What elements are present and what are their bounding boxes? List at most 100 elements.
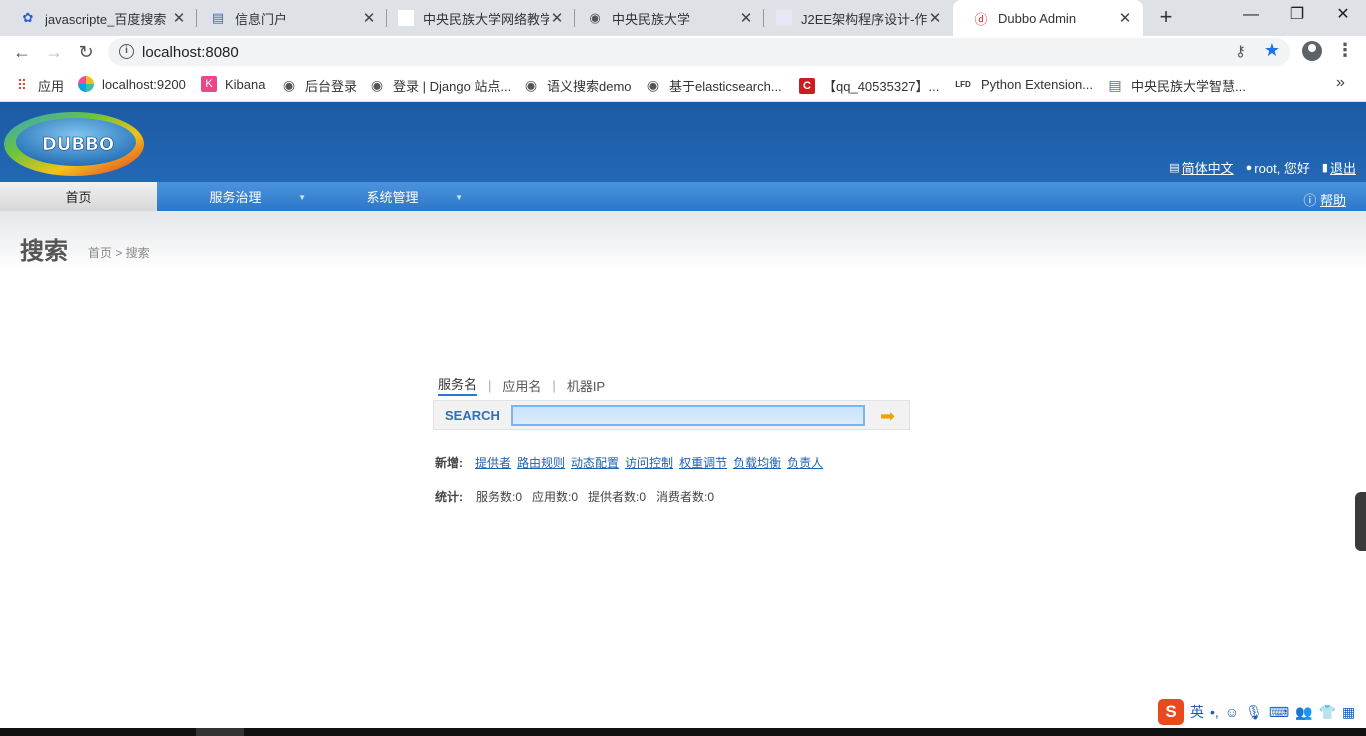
- tab-title: J2EE架构程序设计-作业: [801, 11, 927, 27]
- ime-language[interactable]: 英: [1190, 702, 1204, 722]
- browser-tab-strip: ✿ javascripte_百度搜索 ✕ ▤ 信息门户 ✕ 中央民族大学网络教学…: [0, 0, 1366, 36]
- info-icon[interactable]: i: [119, 44, 134, 59]
- link-add-owner[interactable]: 负责人: [787, 454, 823, 471]
- logout-label[interactable]: 退出: [1330, 158, 1356, 177]
- browser-tab[interactable]: ▤ 信息门户 ✕: [190, 0, 387, 36]
- restore-icon[interactable]: ❐: [1274, 0, 1320, 32]
- tab-title: javascripte_百度搜索: [45, 11, 167, 27]
- tab-application-name[interactable]: 应用名: [502, 376, 541, 395]
- tab-service-name[interactable]: 服务名: [438, 374, 478, 396]
- menu-kebab-icon[interactable]: ⋮: [1336, 40, 1354, 61]
- taskbar-active-item[interactable]: [196, 728, 244, 736]
- browser-tab[interactable]: 中央民族大学网络教学平 ✕: [378, 0, 575, 36]
- new-label: 新增:: [435, 456, 463, 470]
- bookmark-item[interactable]: ◉ 后台登录: [281, 76, 357, 95]
- browser-tab-active[interactable]: ⓓ Dubbo Admin ✕: [953, 0, 1143, 36]
- sogou-icon[interactable]: S: [1158, 699, 1184, 725]
- search-label: SEARCH: [445, 408, 500, 423]
- bookmark-item[interactable]: LFD Python Extension...: [953, 76, 1093, 92]
- nav-home[interactable]: 首页: [0, 182, 157, 211]
- close-icon[interactable]: ✕: [361, 9, 377, 27]
- blank-page-icon: [776, 10, 792, 26]
- link-add-weight[interactable]: 权重调节: [679, 454, 727, 471]
- ime-toolbar: S 英 •, ☺ 🎙 ⌨ 👥 👕 ▦: [1158, 698, 1355, 726]
- bookmark-item[interactable]: K Kibana: [201, 76, 265, 92]
- help-link[interactable]: ⓘ 帮助: [1303, 190, 1346, 209]
- bookmark-apps[interactable]: ⠿ 应用: [14, 76, 64, 95]
- users-icon[interactable]: 👥: [1295, 704, 1312, 721]
- language-link[interactable]: ▤ 简体中文: [1169, 158, 1233, 177]
- bookmark-item[interactable]: ◉ 语义搜索demo: [523, 76, 632, 95]
- bookmark-label: Kibana: [225, 76, 266, 92]
- browser-tab[interactable]: ✿ javascripte_百度搜索 ✕: [0, 0, 197, 36]
- close-icon[interactable]: ✕: [927, 9, 943, 27]
- user-greeting: ● root, 您好: [1246, 158, 1310, 177]
- page-header: 搜索 首页 > 搜索: [0, 211, 1366, 271]
- bookmark-item[interactable]: ◉ 基于elasticsearch...: [645, 76, 782, 95]
- emoji-icon[interactable]: ☺: [1225, 704, 1239, 720]
- window-close-icon[interactable]: ✕: [1320, 0, 1366, 32]
- omnibox[interactable]: i localhost:8080 ⚷ ★: [108, 38, 1290, 66]
- punctuation-icon[interactable]: •,: [1210, 704, 1219, 720]
- link-add-access[interactable]: 访问控制: [625, 454, 673, 471]
- browser-tab[interactable]: ◉ 中央民族大学 ✕: [567, 0, 764, 36]
- keyboard-icon[interactable]: ⌨: [1269, 704, 1289, 721]
- logo-text: DUBBO: [42, 134, 114, 155]
- bookmark-item[interactable]: C 【qq_40535327】...: [799, 76, 939, 95]
- bookmark-label: localhost:9200: [102, 76, 186, 92]
- search-box: SEARCH ➡: [433, 400, 910, 430]
- bookmark-item[interactable]: ▤ 中央民族大学智慧...: [1107, 76, 1245, 95]
- url-text[interactable]: localhost:8080: [142, 44, 239, 61]
- chevron-double-right-icon[interactable]: »: [1336, 74, 1345, 92]
- tab-machine-ip[interactable]: 机器IP: [567, 376, 605, 395]
- nav-system-management[interactable]: 系统管理 ▼: [314, 182, 471, 211]
- close-icon[interactable]: ✕: [171, 9, 187, 27]
- microphone-icon[interactable]: 🎙: [1245, 704, 1263, 721]
- forward-arrow-icon[interactable]: →: [42, 40, 66, 64]
- side-widget-handle[interactable]: [1355, 492, 1366, 551]
- bookmarks-bar: ⠿ 应用 localhost:9200 K Kibana ◉ 后台登录 ◉ 登录…: [0, 68, 1366, 102]
- browser-tab[interactable]: J2EE架构程序设计-作业 ✕: [756, 0, 953, 36]
- globe-icon: ◉: [370, 77, 384, 93]
- tab-title: 中央民族大学网络教学平: [423, 11, 549, 27]
- back-arrow-icon[interactable]: ←: [10, 40, 34, 64]
- tab-title: Dubbo Admin: [998, 10, 1077, 26]
- tab-divider: |: [488, 377, 492, 393]
- close-icon[interactable]: ✕: [738, 9, 754, 27]
- lfd-icon: LFD: [955, 79, 971, 89]
- minimize-icon[interactable]: —: [1228, 0, 1274, 32]
- stats-row: 统计: 服务数:0 应用数:0 提供者数:0 消费者数:0: [435, 488, 714, 505]
- new-tab-button[interactable]: +: [1152, 4, 1180, 32]
- help-label[interactable]: 帮助: [1320, 193, 1346, 208]
- link-add-provider[interactable]: 提供者: [475, 454, 511, 471]
- reload-icon[interactable]: ↻: [74, 40, 98, 64]
- bookmark-item[interactable]: ◉ 登录 | Django 站点...: [369, 76, 511, 95]
- document-icon: ▤: [1169, 162, 1180, 174]
- language-label[interactable]: 简体中文: [1182, 158, 1234, 177]
- search-input[interactable]: [511, 405, 865, 426]
- paw-icon: ✿: [22, 10, 34, 25]
- star-icon[interactable]: ★: [1264, 40, 1280, 61]
- link-add-override[interactable]: 动态配置: [571, 454, 619, 471]
- logout-link[interactable]: ▮ 退出: [1322, 158, 1356, 177]
- grid-icon[interactable]: ▦: [1342, 704, 1355, 721]
- bookmark-item[interactable]: localhost:9200: [78, 76, 186, 92]
- shirt-icon[interactable]: 👕: [1319, 704, 1336, 721]
- close-icon[interactable]: ✕: [549, 9, 565, 27]
- dubbo-logo[interactable]: DUBBO: [2, 106, 146, 178]
- taskbar: [0, 728, 1366, 736]
- user-label: root, 您好: [1254, 161, 1310, 176]
- caret-down-icon: ▼: [455, 193, 463, 202]
- stats-label: 统计:: [435, 490, 463, 504]
- question-icon: ⓘ: [1303, 193, 1317, 208]
- link-add-loadbalance[interactable]: 负载均衡: [733, 454, 781, 471]
- bookmark-label: Python Extension...: [981, 76, 1094, 92]
- link-add-route[interactable]: 路由规则: [517, 454, 565, 471]
- arrow-right-icon[interactable]: ➡: [880, 406, 902, 426]
- profile-avatar-icon[interactable]: [1302, 41, 1322, 61]
- nav-service-governance[interactable]: 服务治理 ▼: [157, 182, 314, 211]
- bookmark-label: 基于elasticsearch...: [669, 79, 782, 94]
- nav-label: 系统管理: [366, 190, 419, 205]
- key-icon[interactable]: ⚷: [1235, 42, 1246, 60]
- close-icon[interactable]: ✕: [1117, 9, 1133, 27]
